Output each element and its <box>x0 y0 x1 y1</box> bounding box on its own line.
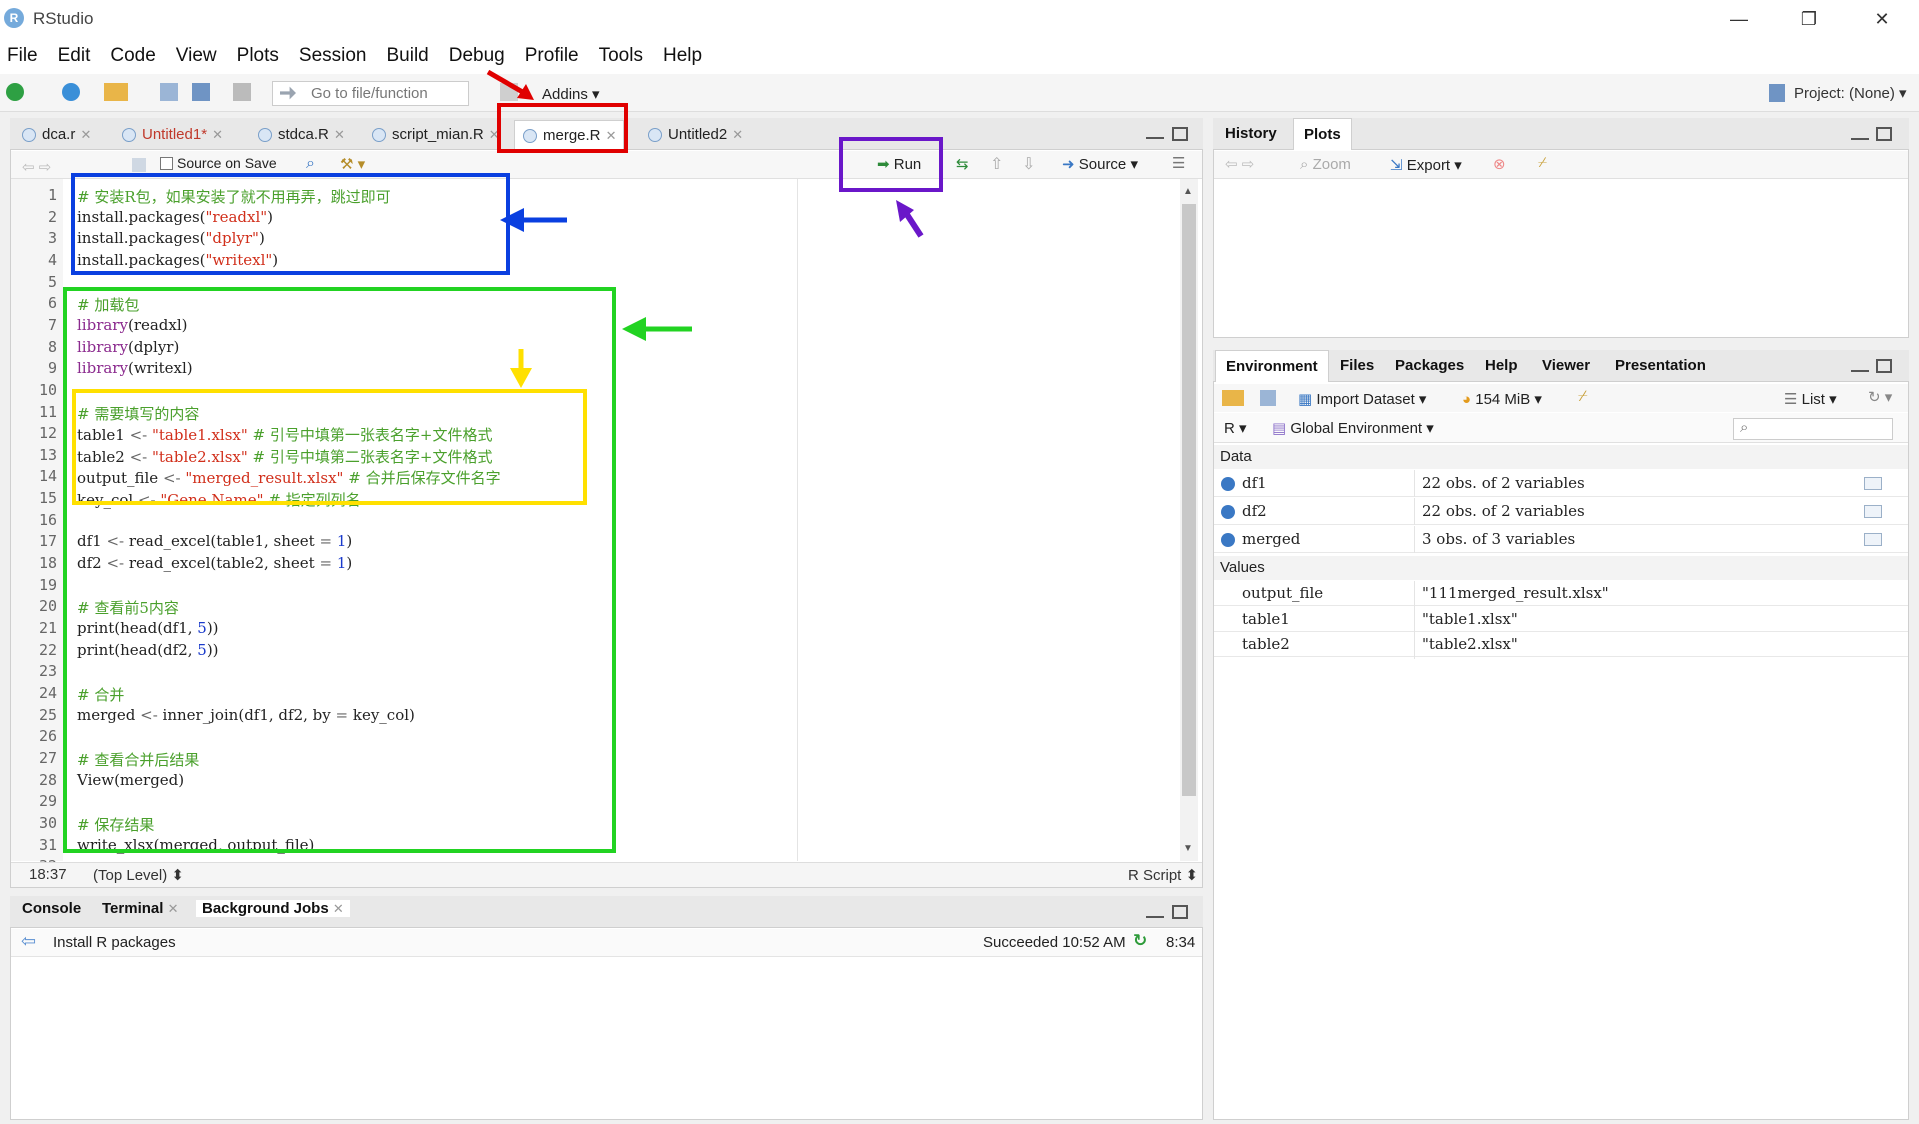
yellow-arrow-icon <box>510 349 532 388</box>
green-arrow-icon <box>622 317 692 341</box>
annotation-arrows <box>486 69 924 388</box>
blue-arrow-icon <box>500 208 567 232</box>
purple-arrow-icon <box>896 200 924 238</box>
red-arrow-icon <box>486 69 534 100</box>
